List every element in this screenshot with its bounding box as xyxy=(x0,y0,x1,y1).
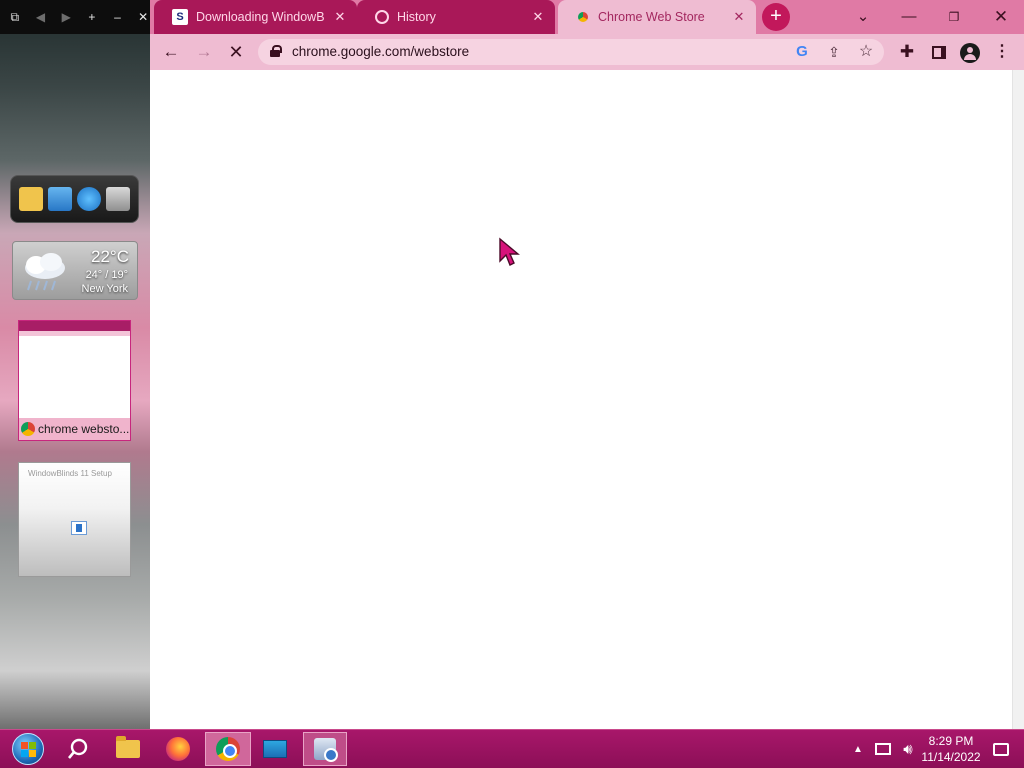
setup-icon xyxy=(314,738,338,762)
sidebar-add-icon[interactable]: + xyxy=(85,10,99,24)
windows-start-icon xyxy=(12,733,44,765)
restore-icon[interactable]: ❐ xyxy=(942,5,966,29)
search-icon xyxy=(68,738,88,759)
rain-cloud-icon xyxy=(25,253,65,291)
close-tab-icon[interactable]: ✕ xyxy=(732,9,746,25)
weather-city: New York xyxy=(81,283,128,295)
kebab-menu-icon[interactable]: ⋮ xyxy=(990,40,1014,64)
weather-widget[interactable]: 22°C 24° / 19° New York xyxy=(12,241,138,300)
bookmark-star-icon[interactable]: ☆ xyxy=(856,42,876,62)
folder-icon xyxy=(116,736,140,758)
url-text[interactable]: chrome.google.com/webstore xyxy=(292,44,469,59)
taskbar-file-explorer[interactable] xyxy=(108,732,148,766)
tab-downloading-windowblinds[interactable]: S Downloading WindowBlinds ✕ xyxy=(154,0,357,34)
layout-icon[interactable]: ⧉ xyxy=(8,10,22,24)
tab-search-chevron-icon[interactable]: ⌄ xyxy=(851,5,875,29)
taskbar-windowblinds-setup[interactable] xyxy=(303,732,347,766)
tab-history[interactable]: History ✕ xyxy=(357,0,555,34)
folder-icon[interactable] xyxy=(19,187,44,211)
close-window-icon[interactable]: ✕ xyxy=(989,5,1013,29)
thumbnail-caption: chrome websto... xyxy=(19,418,130,440)
sidebar-minimize-icon[interactable]: – xyxy=(111,10,125,24)
tab-title: Chrome Web Store xyxy=(598,10,705,24)
minimize-icon[interactable]: — xyxy=(897,5,921,29)
clock-time: 8:29 PM xyxy=(928,734,974,748)
thumbnail-caption-text: chrome websto... xyxy=(38,422,130,436)
page-content[interactable] xyxy=(150,70,1012,729)
network-icon[interactable] xyxy=(872,732,894,766)
desktop-sidebar: ⧉ ◀ ▶ + – ✕ 22°C 24° / 19° New York chro… xyxy=(0,0,150,729)
back-arrow-icon[interactable]: ← xyxy=(159,40,183,64)
sidebar-toolbar: ⧉ ◀ ▶ + – ✕ xyxy=(0,0,150,34)
chrome-webstore-icon xyxy=(576,10,590,24)
close-tab-icon[interactable]: ✕ xyxy=(333,9,347,25)
tab-chrome-web-store[interactable]: Chrome Web Store ✕ xyxy=(558,0,756,34)
start-button[interactable] xyxy=(8,732,48,766)
google-lens-icon[interactable]: G xyxy=(792,42,812,62)
taskbar-desktop[interactable] xyxy=(255,732,295,766)
vertical-scrollbar[interactable] xyxy=(1012,70,1024,729)
tab-title: History xyxy=(397,10,436,24)
lock-icon[interactable] xyxy=(270,45,282,57)
clock-date: 11/14/2022 xyxy=(921,750,981,764)
installer-icon xyxy=(71,521,87,535)
thumbnail-tabstrip xyxy=(19,321,130,331)
show-hidden-icons-chevron-icon[interactable]: ▲ xyxy=(850,732,866,766)
browser-toolbar: ← → ✕ chrome.google.com/webstore G ⇪ ☆ ✚… xyxy=(150,34,1024,70)
tab-title: Downloading WindowBlinds xyxy=(196,10,325,24)
taskbar: ▲ 🔊︎ 8:29 PM 11/14/2022 xyxy=(0,729,1024,768)
firefox-icon xyxy=(166,737,190,761)
recycle-bin-icon[interactable] xyxy=(105,187,130,211)
notification-center-icon[interactable] xyxy=(990,732,1012,766)
thumbnail-toolbar xyxy=(19,331,130,336)
internet-explorer-icon[interactable] xyxy=(76,187,101,211)
computer-icon[interactable] xyxy=(48,187,73,211)
forward-arrow-icon[interactable]: → xyxy=(192,40,216,64)
close-tab-icon[interactable]: ✕ xyxy=(531,9,545,25)
weather-range: 24° / 19° xyxy=(85,269,128,281)
chrome-icon xyxy=(216,737,240,761)
stop-loading-icon[interactable]: ✕ xyxy=(224,40,248,64)
monitor-icon xyxy=(263,740,287,758)
setup-window-thumbnail[interactable]: WindowBlinds 11 Setup xyxy=(18,462,131,577)
taskbar-firefox[interactable] xyxy=(158,732,198,766)
chrome-window-thumbnail[interactable]: chrome websto... xyxy=(18,320,131,441)
profile-avatar-icon[interactable] xyxy=(958,40,982,64)
thumbnail-title: WindowBlinds 11 Setup xyxy=(28,469,112,478)
taskbar-search-button[interactable] xyxy=(58,732,98,766)
mouse-cursor-icon xyxy=(499,237,520,266)
tab-strip: S Downloading WindowBlinds ✕ History ✕ C… xyxy=(150,0,1024,34)
chrome-window: S Downloading WindowBlinds ✕ History ✕ C… xyxy=(150,0,1024,729)
taskbar-chrome[interactable] xyxy=(205,732,251,766)
volume-icon[interactable]: 🔊︎ xyxy=(897,732,919,766)
side-panel-icon[interactable] xyxy=(927,40,951,64)
address-bar[interactable]: chrome.google.com/webstore G ⇪ ☆ xyxy=(258,39,884,65)
weather-temperature: 22°C xyxy=(91,247,129,266)
new-tab-button[interactable]: + xyxy=(762,3,790,31)
stardock-icon: S xyxy=(172,9,188,25)
sidebar-back-icon[interactable]: ◀ xyxy=(34,10,48,24)
quick-launch-bar xyxy=(10,175,139,223)
extensions-puzzle-icon[interactable]: ✚ xyxy=(895,40,919,64)
sidebar-forward-icon[interactable]: ▶ xyxy=(59,10,73,24)
sidebar-close-icon[interactable]: ✕ xyxy=(136,10,150,24)
history-icon xyxy=(375,10,389,24)
share-icon[interactable]: ⇪ xyxy=(824,42,844,62)
system-clock[interactable]: 8:29 PM 11/14/2022 xyxy=(918,732,984,766)
chrome-icon xyxy=(21,422,35,436)
